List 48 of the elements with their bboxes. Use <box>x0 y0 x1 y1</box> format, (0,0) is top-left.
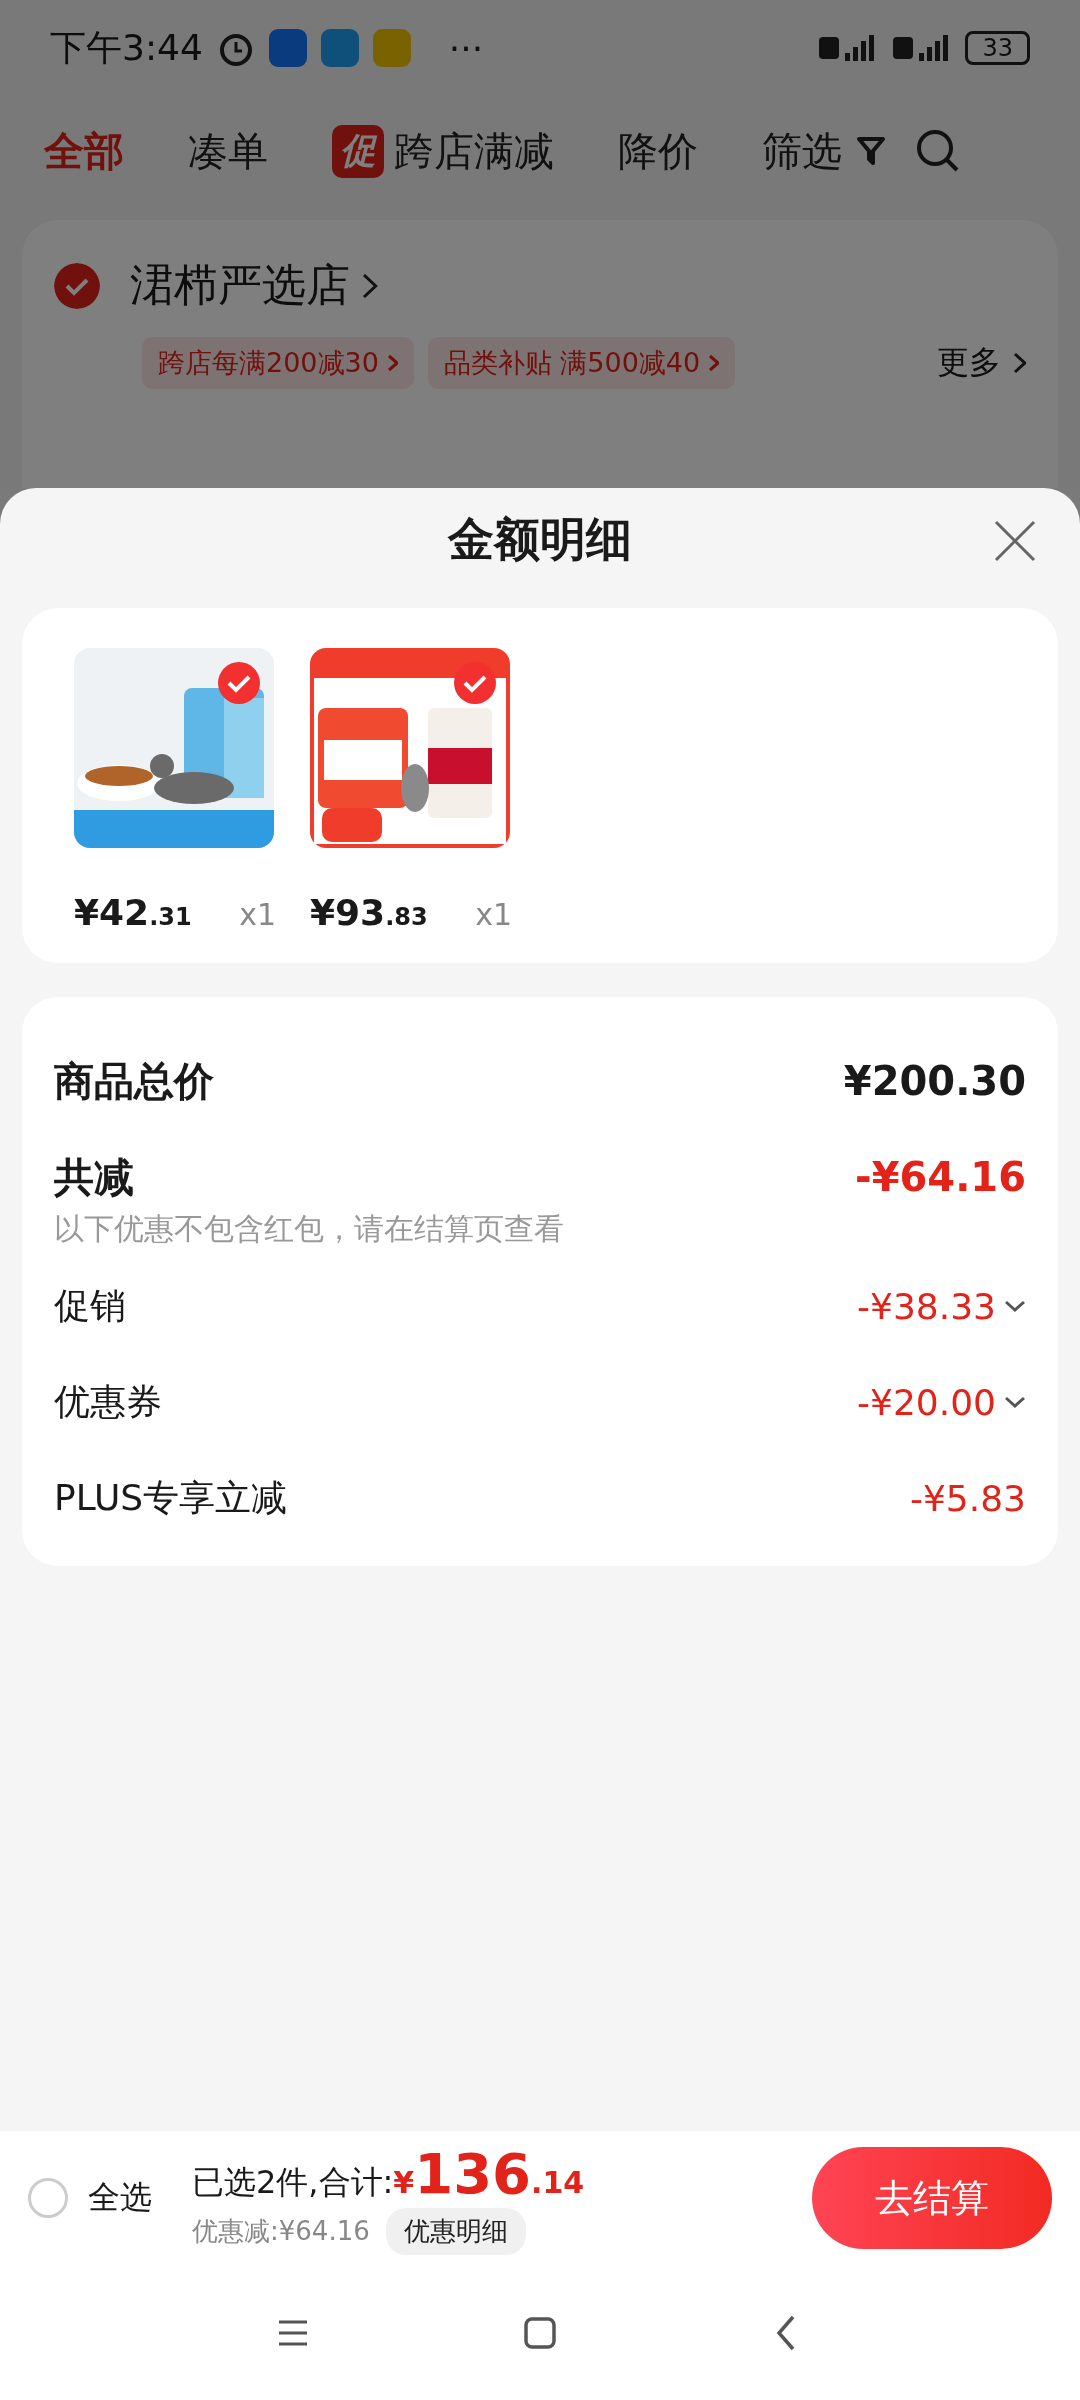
search-icon[interactable] <box>916 129 960 173</box>
more-notifications: ··· <box>448 27 484 69</box>
item-quantity: x1 <box>239 897 276 932</box>
selected-summary: 已选2件,合计: <box>192 2162 394 2203</box>
chevron-right-icon <box>362 272 378 299</box>
promo-tag[interactable]: 跨店每满200减30 <box>142 337 414 389</box>
total-amount: 136.14 <box>414 2141 585 2206</box>
battery-indicator: 33 <box>965 31 1030 65</box>
discount-label: PLUS专享立减 <box>54 1475 288 1520</box>
more-link[interactable]: 更多 <box>936 341 1026 385</box>
discount-value: -¥38.33 <box>857 1285 996 1327</box>
clock-time: 下午3:44 <box>50 25 203 70</box>
chevron-right-icon <box>1012 352 1026 374</box>
reduction-note: 以下优惠不包含红包，请在结算页查看 <box>54 1210 565 1248</box>
item-price: ¥42.31 <box>74 892 192 933</box>
checkbox[interactable] <box>454 662 496 704</box>
discount-detail-button[interactable]: 优惠明细 <box>385 2208 526 2255</box>
filter-tab[interactable]: 全部 <box>44 123 124 179</box>
discount-value: -¥5.83 <box>909 1477 1026 1519</box>
filter-tab[interactable]: 促 跨店满减 <box>332 123 554 179</box>
chevron-right-icon <box>708 354 719 372</box>
checkout-button[interactable]: 去结算 <box>812 2147 1052 2249</box>
total-label: 商品总价 <box>54 1056 214 1106</box>
discount-label: 优惠券 <box>54 1379 162 1424</box>
discount-label: 促销 <box>54 1283 126 1328</box>
reduction-value: -¥64.16 <box>855 1154 1026 1200</box>
filter-tab[interactable]: 降价 <box>618 123 698 179</box>
filter-tab[interactable]: 凑单 <box>188 123 268 179</box>
checkbox[interactable] <box>218 662 260 704</box>
discount-value: -¥20.00 <box>857 1381 996 1423</box>
discount-summary: 优惠减:¥64.16 <box>192 2215 370 2248</box>
item-quantity: x1 <box>475 897 512 932</box>
promo-badge: 促 <box>332 124 384 178</box>
promo-tag[interactable]: 品类补贴 满500减40 <box>427 337 735 389</box>
checkbox[interactable] <box>54 262 100 309</box>
currency-sign: ¥ <box>393 2165 415 2200</box>
chevron-right-icon <box>386 354 398 372</box>
store-name-link[interactable]: 涒栉严选店 <box>130 256 378 315</box>
select-all-radio[interactable] <box>28 2178 68 2218</box>
filter-button[interactable]: 筛选 <box>762 123 886 179</box>
reduction-label: 共减 <box>54 1152 134 1202</box>
total-value: ¥200.30 <box>843 1058 1026 1104</box>
chevron-down-icon[interactable] <box>1004 1299 1026 1313</box>
item-price: ¥93.83 <box>310 892 428 933</box>
funnel-icon <box>856 135 886 167</box>
select-all-label[interactable]: 全选 <box>88 2176 152 2220</box>
sheet-title: 金额明细 <box>448 511 632 568</box>
chevron-down-icon[interactable] <box>1004 1395 1026 1409</box>
